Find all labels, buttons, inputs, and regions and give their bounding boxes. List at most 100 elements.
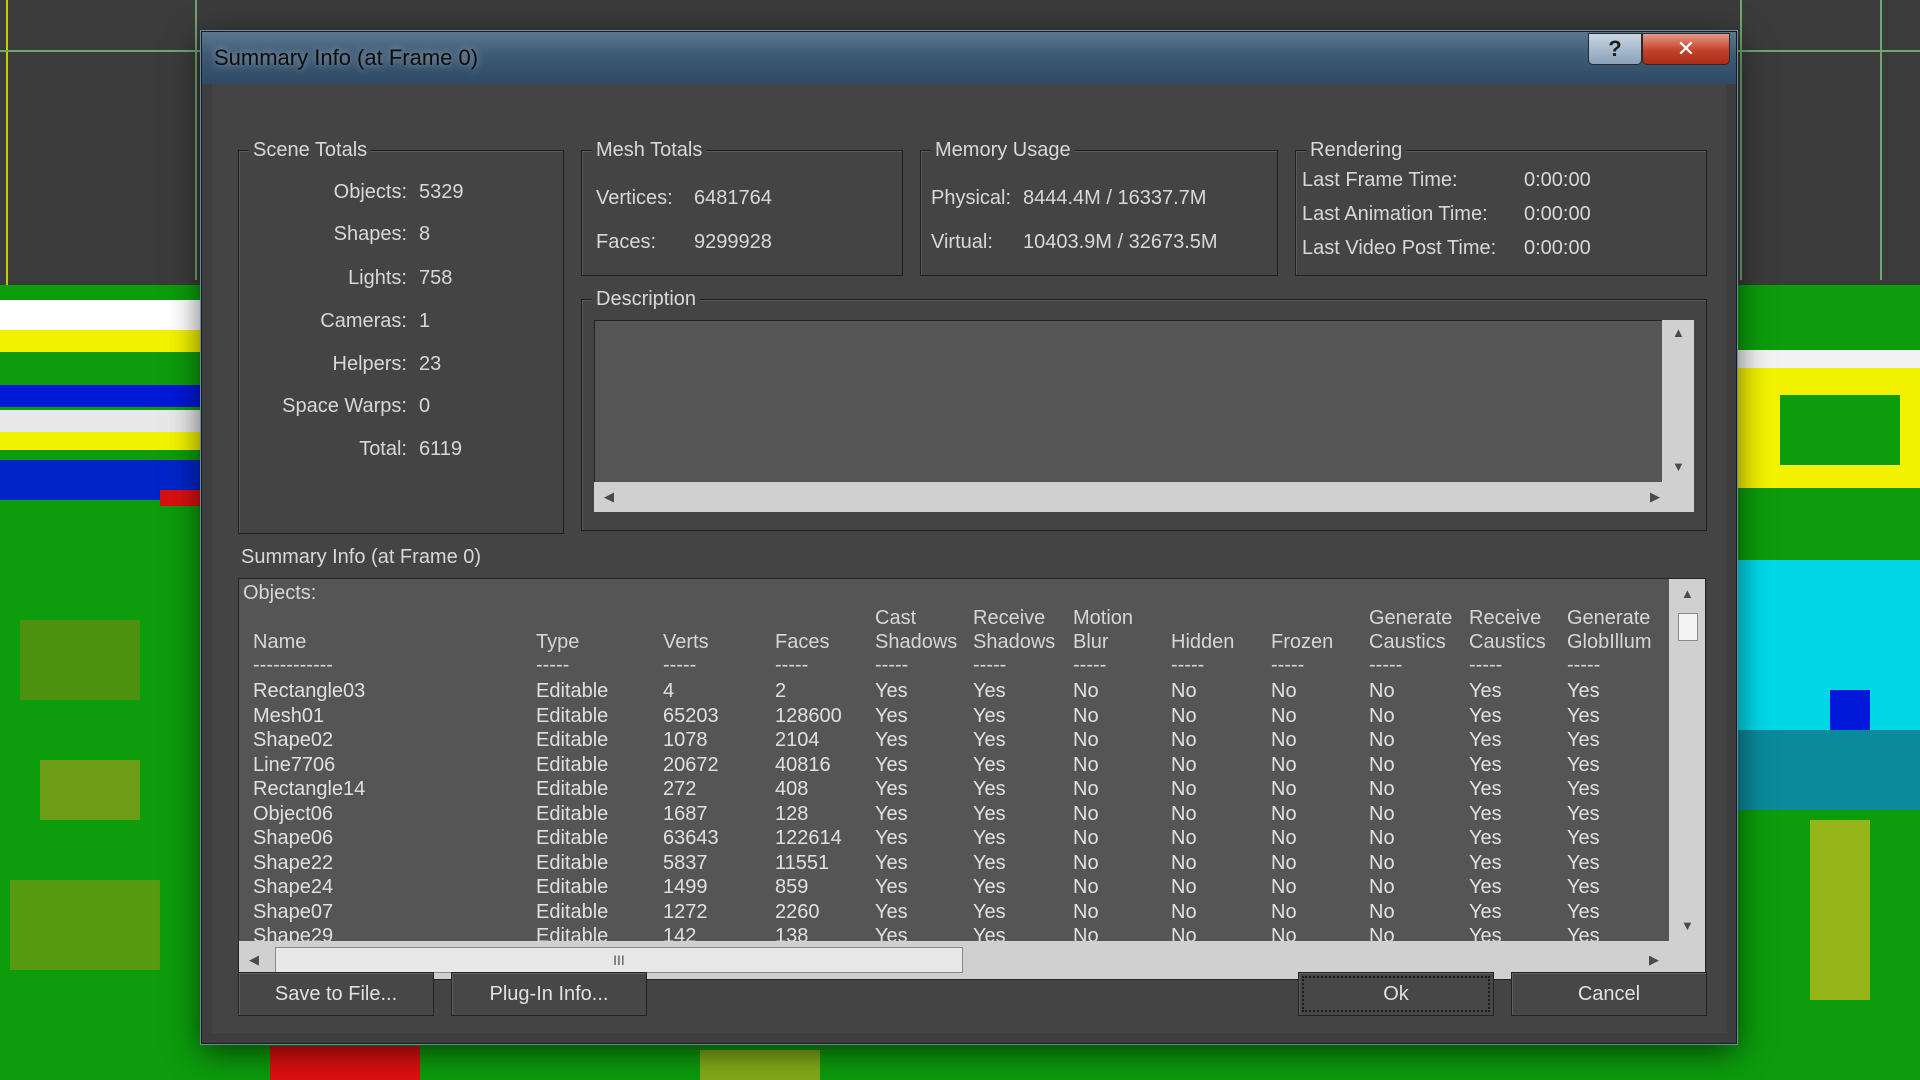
table-cell: Editable: [536, 704, 609, 727]
table-cell: Yes: [875, 753, 908, 776]
rendering-label: Last Frame Time:: [1302, 169, 1458, 191]
scroll-left-icon[interactable]: ◀: [604, 490, 614, 503]
scroll-up-icon[interactable]: ▲: [1672, 326, 1685, 339]
scroll-right-icon[interactable]: ▶: [1650, 490, 1660, 503]
title-bar[interactable]: Summary Info (at Frame 0) ? ✕: [202, 32, 1736, 84]
description-legend: Description: [592, 288, 701, 311]
table-cell: Yes: [1469, 704, 1502, 727]
help-icon[interactable]: ?: [1588, 33, 1642, 65]
table-cell: Yes: [1567, 925, 1600, 941]
memory-usage-group: Memory Usage Physical: 8444.4M / 16337.7…: [920, 139, 1278, 276]
rendering-value: 0:00:00: [1524, 203, 1591, 225]
column-header: Caustics: [1369, 631, 1446, 653]
rendering-value: 0:00:00: [1524, 169, 1591, 191]
column-separator: -----: [1567, 654, 1601, 676]
table-cell: No: [1271, 851, 1297, 874]
scene-total-label: Helpers:: [332, 353, 407, 375]
scene-road-white: [0, 300, 201, 330]
table-row-name: Shape07: [253, 900, 334, 923]
scroll-left-icon[interactable]: ◀: [249, 953, 259, 966]
table-cell: 11551: [775, 851, 830, 874]
summary-table[interactable]: Objects: Name Type Verts Faces Cast Shadows Re…: [238, 578, 1706, 980]
table-cell: Yes: [973, 827, 1006, 849]
mesh-totals-legend: Mesh Totals: [592, 139, 707, 162]
scene-total-value: 758: [419, 267, 453, 289]
table-cell: No: [1369, 729, 1395, 751]
table-cell: No: [1073, 778, 1099, 800]
table-cell: Yes: [875, 802, 908, 825]
table-cell: 4: [663, 680, 675, 702]
cancel-button[interactable]: Cancel: [1511, 972, 1707, 1016]
mesh-totals-group: Mesh Totals Vertices: 6481764 Faces: 929…: [581, 139, 903, 276]
close-icon[interactable]: ✕: [1642, 33, 1730, 65]
table-cell: 2104: [775, 729, 820, 751]
column-header: Type: [536, 631, 580, 653]
ok-button[interactable]: Ok: [1298, 972, 1494, 1016]
table-cell: Editable: [536, 827, 609, 849]
description-vscrollbar[interactable]: ▲ ▼: [1662, 320, 1694, 482]
table-cell: Editable: [536, 753, 609, 776]
scene-totals-group: Scene Totals Objects: 5329 Shapes: 8 Lights:…: [238, 139, 564, 534]
column-header: Hidden: [1171, 631, 1235, 653]
physical-label: Physical:: [931, 187, 1012, 209]
plugin-info-button[interactable]: Plug-In Info...: [451, 972, 647, 1016]
table-cell: No: [1171, 704, 1197, 727]
column-header-top: Receive: [1469, 607, 1542, 629]
rendering-label: Last Video Post Time:: [1302, 237, 1497, 259]
table-cell: No: [1073, 680, 1099, 702]
table-cell: No: [1073, 729, 1099, 751]
scene-building: [700, 1050, 820, 1080]
scroll-right-icon[interactable]: ▶: [1649, 953, 1659, 966]
scroll-down-icon[interactable]: ▼: [1672, 460, 1685, 473]
scroll-down-icon[interactable]: ▼: [1681, 919, 1694, 932]
table-row-name: Rectangle03: [253, 680, 366, 702]
scene-red-block: [270, 1046, 420, 1080]
table-cell: Yes: [1469, 851, 1502, 874]
table-cell: 1272: [663, 900, 708, 923]
table-cell: No: [1271, 900, 1297, 923]
save-to-file-button[interactable]: Save to File...: [238, 972, 434, 1016]
table-cell: Yes: [973, 753, 1006, 776]
scene-total-label: Cameras:: [320, 310, 407, 332]
table-cell: 2: [775, 680, 787, 702]
table-cell: No: [1369, 680, 1395, 702]
column-header: Verts: [663, 631, 709, 653]
table-cell: 65203: [663, 704, 719, 727]
column-separator: -----: [775, 654, 809, 676]
table-cell: No: [1171, 802, 1197, 825]
table-cell: Yes: [1567, 827, 1600, 849]
table-cell: No: [1271, 729, 1297, 751]
table-row-name: Shape06: [253, 827, 334, 849]
column-header: Faces: [775, 631, 830, 653]
table-cell: Yes: [1567, 802, 1600, 825]
table-cell: No: [1271, 680, 1297, 702]
table-cell: 1499: [663, 876, 708, 898]
column-header-top: Generate: [1369, 607, 1453, 629]
table-cell: Yes: [875, 900, 908, 923]
vertices-value: 6481764: [694, 187, 772, 209]
table-vscrollbar[interactable]: ▲ ▼: [1669, 579, 1705, 941]
table-cell: Yes: [1469, 925, 1502, 941]
viewport-grid-line: [1736, 50, 1920, 52]
table-cell: Yes: [875, 876, 908, 898]
table-cell: 408: [775, 778, 809, 800]
description-textarea[interactable]: [594, 320, 1664, 484]
table-cell: No: [1369, 900, 1395, 923]
dialog-client-area: Scene Totals Objects: 5329 Shapes: 8 Lights:…: [212, 84, 1726, 1033]
table-cell: Yes: [1469, 753, 1502, 776]
table-vscroll-thumb[interactable]: [1678, 613, 1698, 641]
table-cell: No: [1271, 778, 1297, 800]
table-cell: No: [1171, 753, 1197, 776]
scene-park: [1780, 395, 1900, 465]
table-cell: Editable: [536, 680, 609, 702]
table-hscroll-thumb[interactable]: III: [275, 947, 963, 973]
table-cell: 1687: [663, 802, 708, 825]
column-separator: -----: [973, 654, 1007, 676]
column-separator: -----: [536, 654, 570, 676]
description-hscrollbar[interactable]: ◀ ▶: [594, 482, 1694, 512]
table-cell: Yes: [973, 729, 1006, 751]
table-row-name: Shape24: [253, 876, 334, 898]
table-cell: Yes: [973, 680, 1006, 702]
table-cell: No: [1271, 704, 1297, 727]
scroll-up-icon[interactable]: ▲: [1681, 587, 1694, 600]
